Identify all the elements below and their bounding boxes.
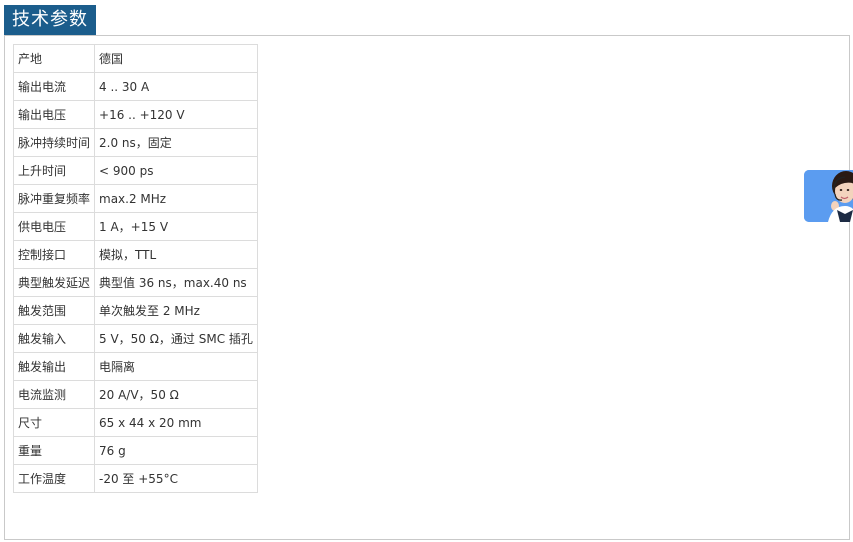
customer-service-icon (804, 170, 853, 222)
table-row: 尺寸 65 x 44 x 20 mm (12, 408, 258, 437)
spec-table: 产地 德国 输出电流 4 .. 30 A 输出电压 +16 .. +120 V 脉冲持… (12, 44, 258, 493)
spec-label: 产地 (12, 44, 96, 73)
table-row: 上升时间 < 900 ps (12, 156, 258, 185)
table-row: 脉冲持续时间 2.0 ns，固定 (12, 128, 258, 157)
table-row: 典型触发延迟 典型值 36 ns，max.40 ns (12, 268, 258, 297)
table-row: 输出电压 +16 .. +120 V (12, 100, 258, 129)
spec-label: 触发输出 (12, 352, 96, 381)
table-row: 触发输入 5 V，50 Ω，通过 SMC 插孔 (12, 324, 258, 353)
spec-value: 2.0 ns，固定 (94, 128, 258, 157)
spec-value: 65 x 44 x 20 mm (94, 408, 258, 437)
spec-label: 脉冲持续时间 (12, 128, 96, 157)
table-row: 控制接口 模拟，TTL (12, 240, 258, 269)
table-row: 工作温度 -20 至 +55°C (12, 464, 258, 493)
spec-label: 控制接口 (12, 240, 96, 269)
tab-technical-params[interactable]: 技术参数 (4, 5, 96, 35)
table-row: 触发范围 单次触发至 2 MHz (12, 296, 258, 325)
spec-label: 供电电压 (12, 212, 96, 241)
spec-label: 典型触发延迟 (12, 268, 96, 297)
spec-value: 76 g (94, 436, 258, 465)
spec-label: 触发输入 (12, 324, 96, 353)
spec-value: +16 .. +120 V (94, 100, 258, 129)
spec-value: 典型值 36 ns，max.40 ns (94, 268, 258, 297)
spec-value: 20 A/V，50 Ω (94, 380, 258, 409)
spec-value: -20 至 +55°C (94, 464, 258, 493)
spec-label: 尺寸 (12, 408, 96, 437)
spec-label: 输出电流 (12, 72, 96, 101)
spec-value: 4 .. 30 A (94, 72, 258, 101)
spec-value: < 900 ps (94, 156, 258, 185)
spec-value: 电隔离 (94, 352, 258, 381)
spec-label: 上升时间 (12, 156, 96, 185)
spec-label: 脉冲重复频率 (12, 184, 96, 213)
spec-value: 单次触发至 2 MHz (94, 296, 258, 325)
table-row: 触发输出 电隔离 (12, 352, 258, 381)
spec-value: 德国 (94, 44, 258, 73)
table-row: 产地 德国 (12, 44, 258, 73)
spec-value: 5 V，50 Ω，通过 SMC 插孔 (94, 324, 258, 353)
spec-value: 模拟，TTL (94, 240, 258, 269)
table-row: 脉冲重复频率 max.2 MHz (12, 184, 258, 213)
spec-label: 重量 (12, 436, 96, 465)
spec-value: max.2 MHz (94, 184, 258, 213)
customer-service-widget[interactable] (804, 170, 853, 222)
table-row: 电流监测 20 A/V，50 Ω (12, 380, 258, 409)
spec-label: 工作温度 (12, 464, 96, 493)
spec-value: 1 A，+15 V (94, 212, 258, 241)
table-row: 输出电流 4 .. 30 A (12, 72, 258, 101)
table-row: 重量 76 g (12, 436, 258, 465)
spec-label: 电流监测 (12, 380, 96, 409)
spec-label: 输出电压 (12, 100, 96, 129)
spec-label: 触发范围 (12, 296, 96, 325)
table-row: 供电电压 1 A，+15 V (12, 212, 258, 241)
